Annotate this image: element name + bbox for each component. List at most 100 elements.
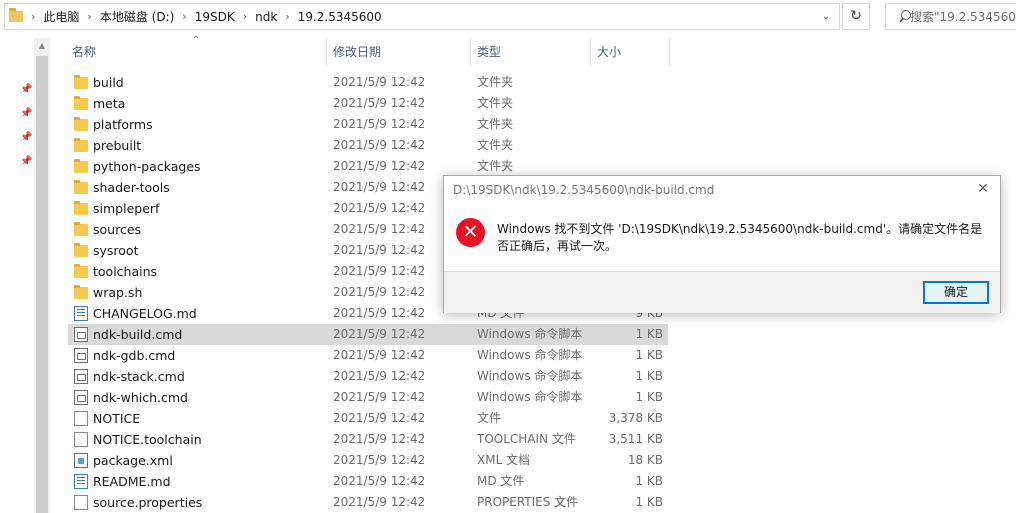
file-row[interactable]: source.properties 2021/5/9 12:42 PROPERTIE…	[68, 492, 668, 513]
column-header-date[interactable]: 修改日期	[333, 38, 381, 66]
file-size: 1 KB	[635, 348, 663, 362]
file-name: ndk-build.cmd	[93, 327, 183, 342]
file-name: CHANGELOG.md	[93, 306, 197, 321]
file-modified-date: 2021/5/9 12:42	[333, 285, 426, 299]
file-modified-date: 2021/5/9 12:42	[333, 180, 426, 194]
file-modified-date: 2021/5/9 12:42	[333, 222, 426, 236]
pin-icon[interactable]: 📌	[20, 108, 32, 120]
file-modified-date: 2021/5/9 12:42	[333, 243, 426, 257]
file-modified-date: 2021/5/9 12:42	[333, 138, 426, 152]
file-size: 18 KB	[627, 453, 663, 467]
file-size: 3,378 KB	[608, 411, 663, 425]
file-size: 1 KB	[635, 390, 663, 404]
search-input[interactable]: 搜索"19.2.5345600"	[885, 3, 1016, 30]
vertical-scrollbar[interactable]: ▲	[34, 38, 50, 513]
file-modified-date: 2021/5/9 12:42	[333, 327, 426, 341]
address-bar-row: › 此电脑 › 本地磁盘 (D:) › 19SDK › ndk › 19.2.5…	[0, 0, 1016, 34]
file-size: 1 KB	[635, 327, 663, 341]
column-divider[interactable]	[590, 38, 591, 66]
file-row[interactable]: build 2021/5/9 12:42 文件夹	[68, 72, 668, 93]
search-placeholder: 搜索"19.2.5345600"	[910, 10, 1016, 24]
file-type: Windows 命令脚本	[477, 327, 583, 341]
column-header-type[interactable]: 类型	[477, 38, 501, 66]
command-script-icon	[74, 369, 88, 384]
file-row[interactable]: README.md 2021/5/9 12:42 MD 文件 1 KB	[68, 471, 668, 492]
breadcrumb-current-folder[interactable]: 19.2.5345600	[298, 10, 382, 24]
dialog-footer: 确定	[444, 271, 1000, 313]
file-modified-date: 2021/5/9 12:42	[333, 453, 426, 467]
error-icon: ✕	[456, 218, 485, 247]
refresh-button[interactable]: ↻	[842, 3, 870, 30]
folder-icon	[74, 285, 88, 299]
breadcrumb-19sdk[interactable]: 19SDK	[195, 10, 235, 24]
chevron-right-icon: ›	[31, 10, 36, 23]
file-row[interactable]: ndk-gdb.cmd 2021/5/9 12:42 Windows 命令脚本 1 K…	[68, 345, 668, 366]
address-bar[interactable]: › 此电脑 › 本地磁盘 (D:) › 19SDK › ndk › 19.2.5…	[4, 3, 840, 30]
file-name: NOTICE.toolchain	[93, 432, 202, 447]
column-divider[interactable]	[326, 38, 327, 66]
file-modified-date: 2021/5/9 12:42	[333, 96, 426, 110]
dialog-title: D:\19SDK\ndk\19.2.5345600\ndk-build.cmd	[453, 183, 715, 197]
sort-ascending-icon: ⌃	[192, 35, 201, 46]
pin-icon[interactable]: 📌	[20, 132, 32, 144]
file-name: ndk-gdb.cmd	[93, 348, 176, 363]
file-name: build	[93, 75, 124, 90]
file-type: MD 文件	[477, 474, 525, 488]
breadcrumb-ndk[interactable]: ndk	[255, 10, 277, 24]
file-row[interactable]: NOTICE.toolchain 2021/5/9 12:42 TOOLCHAIN …	[68, 429, 668, 450]
file-name: sysroot	[93, 243, 139, 258]
file-row[interactable]: ndk-build.cmd 2021/5/9 12:42 Windows 命令脚本 1…	[68, 324, 668, 345]
folder-icon	[74, 243, 88, 257]
file-modified-date: 2021/5/9 12:42	[333, 306, 426, 320]
file-type: 文件夹	[477, 96, 514, 110]
file-icon	[74, 411, 88, 426]
file-name: NOTICE	[93, 411, 141, 426]
column-header-name[interactable]: 名称	[72, 38, 96, 66]
file-name: shader-tools	[93, 180, 170, 195]
scrollbar-thumb[interactable]	[36, 56, 48, 513]
file-type: 文件夹	[477, 117, 514, 131]
file-row[interactable]: prebuilt 2021/5/9 12:42 文件夹	[68, 135, 668, 156]
file-modified-date: 2021/5/9 12:42	[333, 495, 426, 509]
column-divider[interactable]	[470, 38, 471, 66]
file-type: PROPERTIES 文件	[477, 495, 579, 509]
file-row[interactable]: python-packages 2021/5/9 12:42 文件夹	[68, 156, 668, 177]
column-header-size[interactable]: 大小	[597, 38, 621, 66]
file-name: sources	[93, 222, 142, 237]
file-name: simpleperf	[93, 201, 160, 216]
command-script-icon	[74, 327, 88, 342]
file-row[interactable]: package.xml 2021/5/9 12:42 XML 文档 18 KB	[68, 450, 668, 471]
file-modified-date: 2021/5/9 12:42	[333, 411, 426, 425]
file-icon	[74, 495, 88, 510]
file-name: prebuilt	[93, 138, 142, 153]
file-row[interactable]: ndk-which.cmd 2021/5/9 12:42 Windows 命令脚本 1…	[68, 387, 668, 408]
command-script-icon	[74, 390, 88, 405]
chevron-right-icon: ›	[87, 10, 92, 23]
pin-icon[interactable]: 📌	[20, 84, 32, 96]
close-icon[interactable]: ✕	[976, 182, 990, 196]
chevron-down-icon[interactable]: ⌄	[819, 10, 833, 24]
file-modified-date: 2021/5/9 12:42	[333, 390, 426, 404]
file-size: 1 KB	[635, 474, 663, 488]
file-row[interactable]: platforms 2021/5/9 12:42 文件夹	[68, 114, 668, 135]
ok-button[interactable]: 确定	[923, 281, 989, 304]
folder-icon	[9, 8, 23, 22]
file-name: wrap.sh	[93, 285, 143, 300]
file-type: XML 文档	[477, 453, 531, 467]
breadcrumb-this-pc[interactable]: 此电脑	[43, 8, 79, 25]
file-modified-date: 2021/5/9 12:42	[333, 264, 426, 278]
file-type: TOOLCHAIN 文件	[477, 432, 576, 446]
folder-icon	[74, 201, 88, 215]
scroll-up-arrow-icon[interactable]: ▲	[37, 41, 47, 51]
file-modified-date: 2021/5/9 12:42	[333, 369, 426, 383]
column-divider[interactable]	[669, 38, 670, 66]
file-row[interactable]: NOTICE 2021/5/9 12:42 文件 3,378 KB	[68, 408, 668, 429]
file-modified-date: 2021/5/9 12:42	[333, 348, 426, 362]
file-modified-date: 2021/5/9 12:42	[333, 432, 426, 446]
folder-icon	[74, 117, 88, 131]
file-row[interactable]: meta 2021/5/9 12:42 文件夹	[68, 93, 668, 114]
pin-icon[interactable]: 📌	[20, 156, 32, 168]
breadcrumb-local-disk[interactable]: 本地磁盘 (D:)	[100, 8, 174, 25]
file-name: README.md	[93, 474, 171, 489]
file-row[interactable]: ndk-stack.cmd 2021/5/9 12:42 Windows 命令脚本 1…	[68, 366, 668, 387]
